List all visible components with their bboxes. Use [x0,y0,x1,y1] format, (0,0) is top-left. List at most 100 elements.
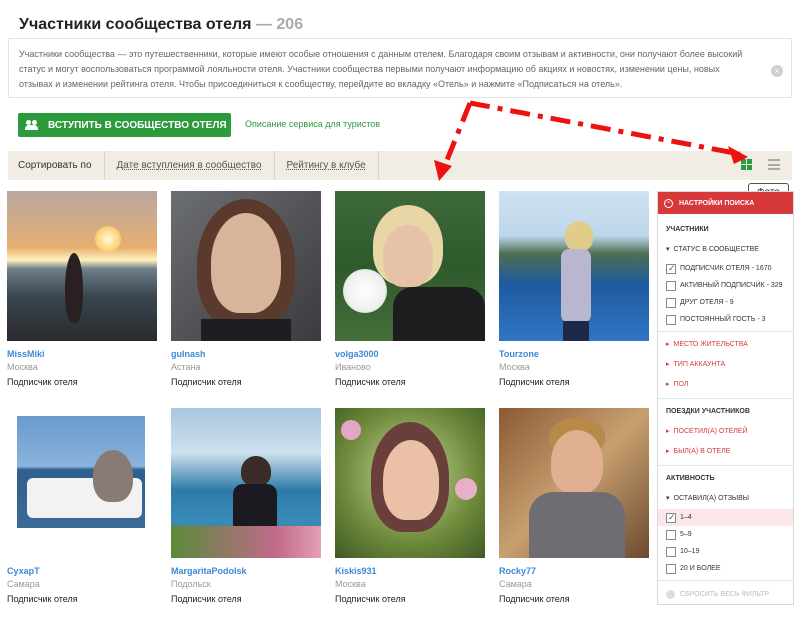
member-photo[interactable] [171,191,321,341]
member-photo[interactable] [335,408,485,558]
reviews-filter-label: ОСТАВИЛ(А) ОТЗЫВЫ [673,495,749,502]
review-option[interactable]: 10–19 [658,543,793,560]
caret-right-icon: ▸ [666,341,670,348]
member-photo[interactable] [335,191,485,341]
visited-hotels-label: ПОСЕТИЛ(А) ОТЕЛЕЙ [673,428,748,435]
member-photo[interactable] [499,408,649,558]
title-text: Участники сообщества отеля [19,16,252,33]
member-photo[interactable] [7,191,157,341]
member-city: Москва [499,362,530,372]
member-role: Подписчик отеля [499,594,570,604]
status-filter-label: СТАТУС В СООБЩЕСТВЕ [673,246,759,253]
member-role: Подписчик отеля [7,377,78,387]
member-card[interactable]: Kiskis931 Москва Подписчик отеля [335,408,485,604]
member-name[interactable]: MissMiki [7,349,157,359]
status-option-label: ДРУГ ОТЕЛЯ - 9 [680,299,734,306]
member-name[interactable]: Rocky77 [499,566,649,576]
review-option-label: 1–4 [680,514,692,521]
search-settings-header[interactable]: − НАСТРОЙКИ ПОИСКА [658,192,793,214]
member-role: Подписчик отеля [7,594,78,604]
member-name[interactable]: gulnash [171,349,321,359]
member-card[interactable]: Rocky77 Самара Подписчик отеля [499,408,649,604]
checkbox[interactable] [666,314,676,325]
reset-icon [666,589,675,599]
review-option[interactable]: 20 И БОЛЕЕ [658,560,793,577]
member-name[interactable]: MargaritaPodolsk [171,566,321,576]
minus-icon: − [664,198,673,208]
residence-filter[interactable]: ▸ МЕСТО ЖИТЕЛЬСТВА [658,335,793,355]
status-option[interactable]: АКТИВНЫЙ ПОДПИСЧИК - 329 [658,277,793,294]
caret-right-icon: ▸ [666,381,670,388]
participants-title: УЧАСТНИКИ [666,226,709,233]
member-city: Самара [7,579,40,589]
checkbox[interactable] [666,529,676,540]
trips-title: ПОЕЗДКИ УЧАСТНИКОВ [666,408,750,415]
caret-down-icon: ▾ [666,246,670,253]
residence-label: МЕСТО ЖИТЕЛЬСТВА [673,341,748,348]
checkbox[interactable] [666,546,676,557]
users-icon [25,120,38,130]
info-text: Участники сообщества — это путешественни… [19,49,743,89]
visited-hotels-filter[interactable]: ▸ ПОСЕТИЛ(А) ОТЕЛЕЙ [658,422,793,442]
member-photo[interactable] [499,191,649,341]
reset-filter-button[interactable]: СБРОСИТЬ ВЕСЬ ФИЛЬТР [658,585,793,604]
search-settings-panel: − НАСТРОЙКИ ПОИСКА УЧАСТНИКИ ▾ СТАТУС В С… [657,191,794,605]
list-view-icon[interactable] [768,159,780,170]
member-city: Москва [7,362,38,372]
review-option-label: 10–19 [680,548,700,555]
caret-down-icon: ▾ [666,495,670,502]
checkbox[interactable] [666,512,676,523]
join-community-button[interactable]: ВСТУПИТЬ В СООБЩЕСТВО ОТЕЛЯ [18,113,231,137]
caret-right-icon: ▸ [666,361,670,368]
checkbox[interactable] [666,297,676,308]
count-value: 206 [276,16,304,33]
sort-by-rating[interactable]: Рейтингу в клубе [287,151,379,180]
member-city: Подольск [171,579,211,589]
member-city: Иваново [335,362,371,372]
member-role: Подписчик отеля [499,377,570,387]
was-in-hotel-filter[interactable]: ▸ БЫЛ(А) В ОТЕЛЕ [658,442,793,462]
sort-bar: Сортировать по Дате вступления в сообщес… [8,151,792,180]
checkbox[interactable] [666,563,676,574]
sort-by-join-date[interactable]: Дате вступления в сообщество [117,151,275,180]
status-option[interactable]: ПОСТОЯННЫЙ ГОСТЬ - 3 [658,311,793,328]
was-in-hotel-label: БЫЛ(А) В ОТЕЛЕ [673,448,731,455]
review-option-label: 5–9 [680,531,692,538]
member-name[interactable]: Kiskis931 [335,566,485,576]
member-card[interactable]: MissMiki Москва Подписчик отеля [7,191,157,387]
join-label: ВСТУПИТЬ В СООБЩЕСТВО ОТЕЛЯ [48,119,227,131]
member-card[interactable]: СухарТ Самара Подписчик отеля [7,408,157,604]
caret-right-icon: ▸ [666,448,670,455]
member-photo[interactable] [171,408,321,558]
title-separator: — [251,16,277,33]
member-name[interactable]: volga3000 [335,349,485,359]
member-card[interactable]: MargaritaPodolsk Подольск Подписчик отел… [171,408,321,604]
member-photo[interactable] [7,408,157,558]
close-icon[interactable]: × [771,65,783,77]
review-option[interactable]: 1–4 [658,509,793,526]
reviews-filter-toggle[interactable]: ▾ ОСТАВИЛ(А) ОТЗЫВЫ [658,489,793,509]
member-name[interactable]: СухарТ [7,566,157,576]
checkbox[interactable] [666,280,676,291]
status-option[interactable]: ДРУГ ОТЕЛЯ - 9 [658,294,793,311]
status-option-label: ПОСТОЯННЫЙ ГОСТЬ - 3 [680,316,766,323]
member-card[interactable]: volga3000 Иваново Подписчик отеля [335,191,485,387]
member-name[interactable]: Tourzone [499,349,649,359]
activity-title: АКТИВНОСТЬ [666,475,715,482]
gender-filter[interactable]: ▸ ПОЛ [658,375,793,395]
service-description-link[interactable]: Описание сервиса для туристов [245,119,380,129]
status-filter-toggle[interactable]: ▾ СТАТУС В СООБЩЕСТВЕ [658,240,793,260]
member-card[interactable]: Tourzone Москва Подписчик отеля [499,191,649,387]
checkbox[interactable] [666,263,676,274]
member-city: Самара [499,579,532,589]
account-type-filter[interactable]: ▸ ТИП АККАУНТА [658,355,793,375]
grid-view-icon[interactable] [741,159,752,170]
status-option[interactable]: ПОДПИСЧИК ОТЕЛЯ - 1670 [658,260,793,277]
member-count: — 206 [251,16,304,33]
gender-label: ПОЛ [673,381,689,388]
status-option-label: АКТИВНЫЙ ПОДПИСЧИК - 329 [680,282,783,289]
review-option[interactable]: 5–9 [658,526,793,543]
reset-filter-label: СБРОСИТЬ ВЕСЬ ФИЛЬТР [680,591,770,598]
sort-label: Сортировать по [8,151,105,180]
member-card[interactable]: gulnash Астана Подписчик отеля [171,191,321,387]
